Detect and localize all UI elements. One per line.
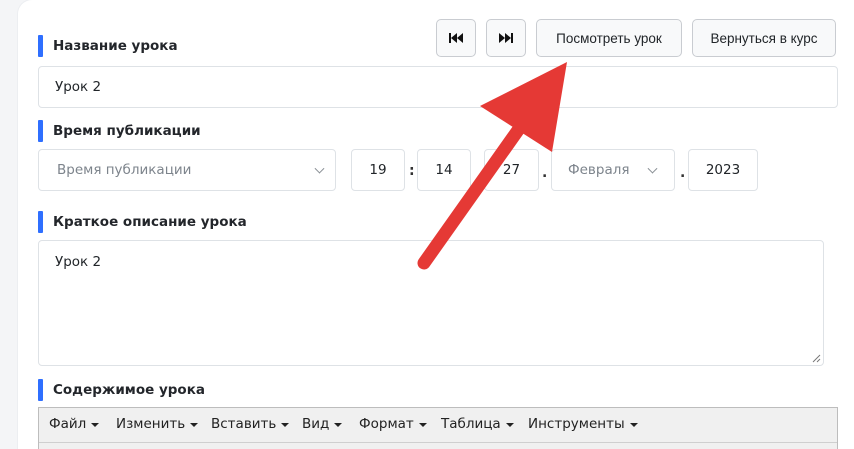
annotation-arrow-icon xyxy=(417,62,567,270)
